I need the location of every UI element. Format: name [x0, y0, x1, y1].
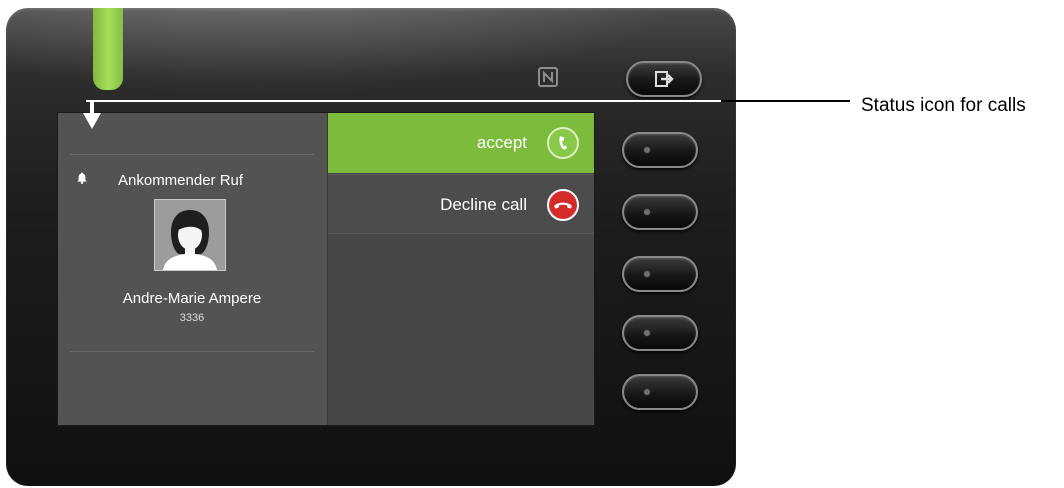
- bell-icon: [77, 171, 87, 184]
- softkey-2-button[interactable]: [622, 194, 698, 230]
- softkey-indicator: [644, 271, 650, 277]
- call-state-label: Ankommender Ruf: [118, 172, 244, 189]
- softkey-indicator: [644, 209, 650, 215]
- callout-label: Status icon for calls: [861, 95, 1026, 116]
- exit-icon: [655, 71, 675, 87]
- softkey-4-button[interactable]: [622, 315, 698, 351]
- softkey-3-button[interactable]: [622, 256, 698, 292]
- divider: [70, 154, 314, 155]
- softkey-indicator: [644, 147, 650, 153]
- accept-menu-item[interactable]: accept: [328, 113, 594, 173]
- phone-accept-icon: [547, 127, 579, 159]
- callout-leader-line-on-device: [86, 100, 721, 102]
- phone-decline-icon: [547, 189, 579, 221]
- caller-name: Andre-Marie Ampere: [122, 290, 262, 307]
- status-led: [93, 8, 123, 90]
- softkey-menu: accept Decline call: [327, 113, 594, 425]
- decline-call-label: Decline call: [440, 195, 527, 214]
- decline-call-menu-item[interactable]: Decline call: [328, 174, 594, 234]
- display-screen: Ankommender Ruf Andre-Marie Ampere 3336 …: [58, 113, 594, 425]
- softkey-1-button[interactable]: [622, 132, 698, 168]
- nfc-icon: [537, 66, 559, 88]
- softkey-indicator: [644, 330, 650, 336]
- callout-arrow-icon: [82, 101, 102, 131]
- divider: [70, 351, 314, 352]
- softkey-5-button[interactable]: [622, 374, 698, 410]
- exit-button[interactable]: [626, 61, 702, 97]
- caller-number: 3336: [179, 312, 205, 324]
- person-avatar-icon: [154, 199, 226, 271]
- softkey-indicator: [644, 389, 650, 395]
- accept-label: accept: [476, 133, 527, 152]
- call-info-panel: Ankommender Ruf Andre-Marie Ampere 3336: [58, 113, 326, 425]
